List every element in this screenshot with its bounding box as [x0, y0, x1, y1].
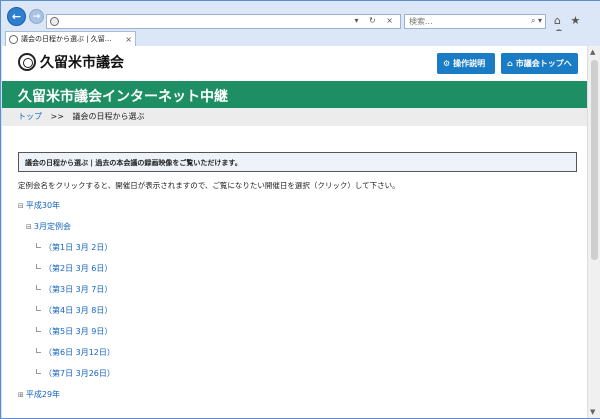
site-icon — [50, 17, 59, 26]
forward-button[interactable]: → — [29, 9, 44, 24]
tree-branch-icon — [36, 264, 41, 269]
day-label[interactable]: （第3日 3月 7日） — [44, 285, 112, 294]
collapse-icon[interactable]: ⊟ — [26, 223, 32, 231]
browser-tab[interactable]: 議会の日程から選ぶ | 久留... × — [5, 31, 136, 46]
notice-box: 議会の日程から選ぶ | 過去の本会議の録画映像をご覧いただけます。 — [18, 152, 577, 172]
tree-day-item[interactable]: （第2日 3月 6日） — [36, 263, 112, 274]
address-bar[interactable]: ▾ ↻ × — [46, 14, 401, 29]
vertical-scrollbar[interactable]: ▲ ▼ — [587, 46, 600, 418]
browser-window: ← → ▾ ↻ × ⌕ ▾ ⌂ ★ ⚙ 議会の日程から選ぶ | 久留... × … — [0, 0, 600, 419]
tab-close-icon[interactable]: × — [125, 35, 132, 44]
scroll-up-icon[interactable]: ▲ — [590, 48, 595, 56]
building-icon: ⌂ — [507, 59, 513, 68]
tree-day-item[interactable]: （第3日 3月 7日） — [36, 284, 112, 295]
tree-branch-icon — [36, 348, 41, 353]
day-label[interactable]: （第5日 3月 9日） — [44, 327, 112, 336]
day-label[interactable]: （第7日 3月26日） — [44, 369, 115, 378]
tab-strip: 議会の日程から選ぶ | 久留... × — [1, 31, 600, 46]
council-top-label: 市議会トップへ — [515, 59, 572, 68]
tree-session-item[interactable]: ⊟ 3月定例会 — [26, 221, 71, 232]
breadcrumb-separator: >> — [50, 112, 64, 121]
tree-day-item[interactable]: （第6日 3月12日） — [36, 347, 115, 358]
site-logo[interactable]: 久留米市議会 — [18, 52, 124, 72]
tree-year-item[interactable]: ⊞ 平成29年 — [18, 389, 60, 400]
tree-day-item[interactable]: （第7日 3月26日） — [36, 368, 115, 379]
tab-label: 議会の日程から選ぶ | 久留... — [21, 35, 112, 43]
day-label[interactable]: （第2日 3月 6日） — [44, 264, 112, 273]
tree-day-item[interactable]: （第5日 3月 9日） — [36, 326, 112, 337]
search-icon[interactable]: ⌕ ▾ — [531, 16, 542, 26]
tree-year-item[interactable]: ⊟ 平成30年 — [18, 200, 60, 211]
gear-icon: ⚙ — [443, 59, 451, 68]
instruction-text: 定例会名をクリックすると、開催日が表示されますので、ご覧になりたい開催日を選択（… — [18, 181, 400, 190]
address-tools[interactable]: ▾ ↻ × — [354, 16, 397, 25]
tree-day-item[interactable]: （第1日 3月 2日） — [36, 242, 112, 253]
tree-day-item[interactable]: （第4日 3月 8日） — [36, 305, 112, 316]
collapse-icon[interactable]: ⊟ — [18, 202, 24, 210]
breadcrumb-home-link[interactable]: トップ — [18, 112, 42, 121]
tree-branch-icon — [36, 327, 41, 332]
scroll-down-icon[interactable]: ▼ — [590, 408, 595, 416]
day-label[interactable]: （第1日 3月 2日） — [44, 243, 112, 252]
tree-branch-icon — [36, 243, 41, 248]
scroll-thumb[interactable] — [591, 60, 598, 260]
breadcrumb: トップ >> 議会の日程から選ぶ — [2, 108, 587, 126]
site-banner: 久留米市議会インターネット中継 — [2, 81, 587, 108]
site-header: 久留米市議会 ⚙ 操作説明 ⌂ 市議会トップへ — [2, 46, 587, 81]
tree-branch-icon — [36, 369, 41, 374]
year-label[interactable]: 平成30年 — [26, 201, 60, 210]
tab-favicon-icon — [9, 34, 18, 44]
search-box[interactable]: ⌕ ▾ — [404, 14, 546, 29]
session-label[interactable]: 3月定例会 — [34, 222, 71, 231]
expand-icon[interactable]: ⊞ — [18, 391, 24, 399]
manual-button[interactable]: ⚙ 操作説明 — [437, 53, 495, 74]
browser-toolbar: ← → ▾ ↻ × ⌕ ▾ ⌂ ★ ⚙ — [1, 1, 600, 40]
city-emblem-icon — [18, 53, 36, 71]
year-label[interactable]: 平成29年 — [26, 390, 60, 399]
search-input[interactable] — [405, 15, 515, 28]
breadcrumb-current: 議会の日程から選ぶ — [72, 112, 145, 121]
tree-branch-icon — [36, 285, 41, 290]
tree-branch-icon — [36, 306, 41, 311]
logo-text: 久留米市議会 — [40, 55, 124, 71]
manual-button-label: 操作説明 — [453, 59, 486, 68]
council-top-button[interactable]: ⌂ 市議会トップへ — [501, 53, 578, 74]
day-label[interactable]: （第4日 3月 8日） — [44, 306, 112, 315]
back-button[interactable]: ← — [7, 7, 26, 26]
page-viewport: 久留米市議会 ⚙ 操作説明 ⌂ 市議会トップへ 久留米市議会インターネット中継 … — [2, 46, 587, 418]
day-label[interactable]: （第6日 3月12日） — [44, 348, 115, 357]
